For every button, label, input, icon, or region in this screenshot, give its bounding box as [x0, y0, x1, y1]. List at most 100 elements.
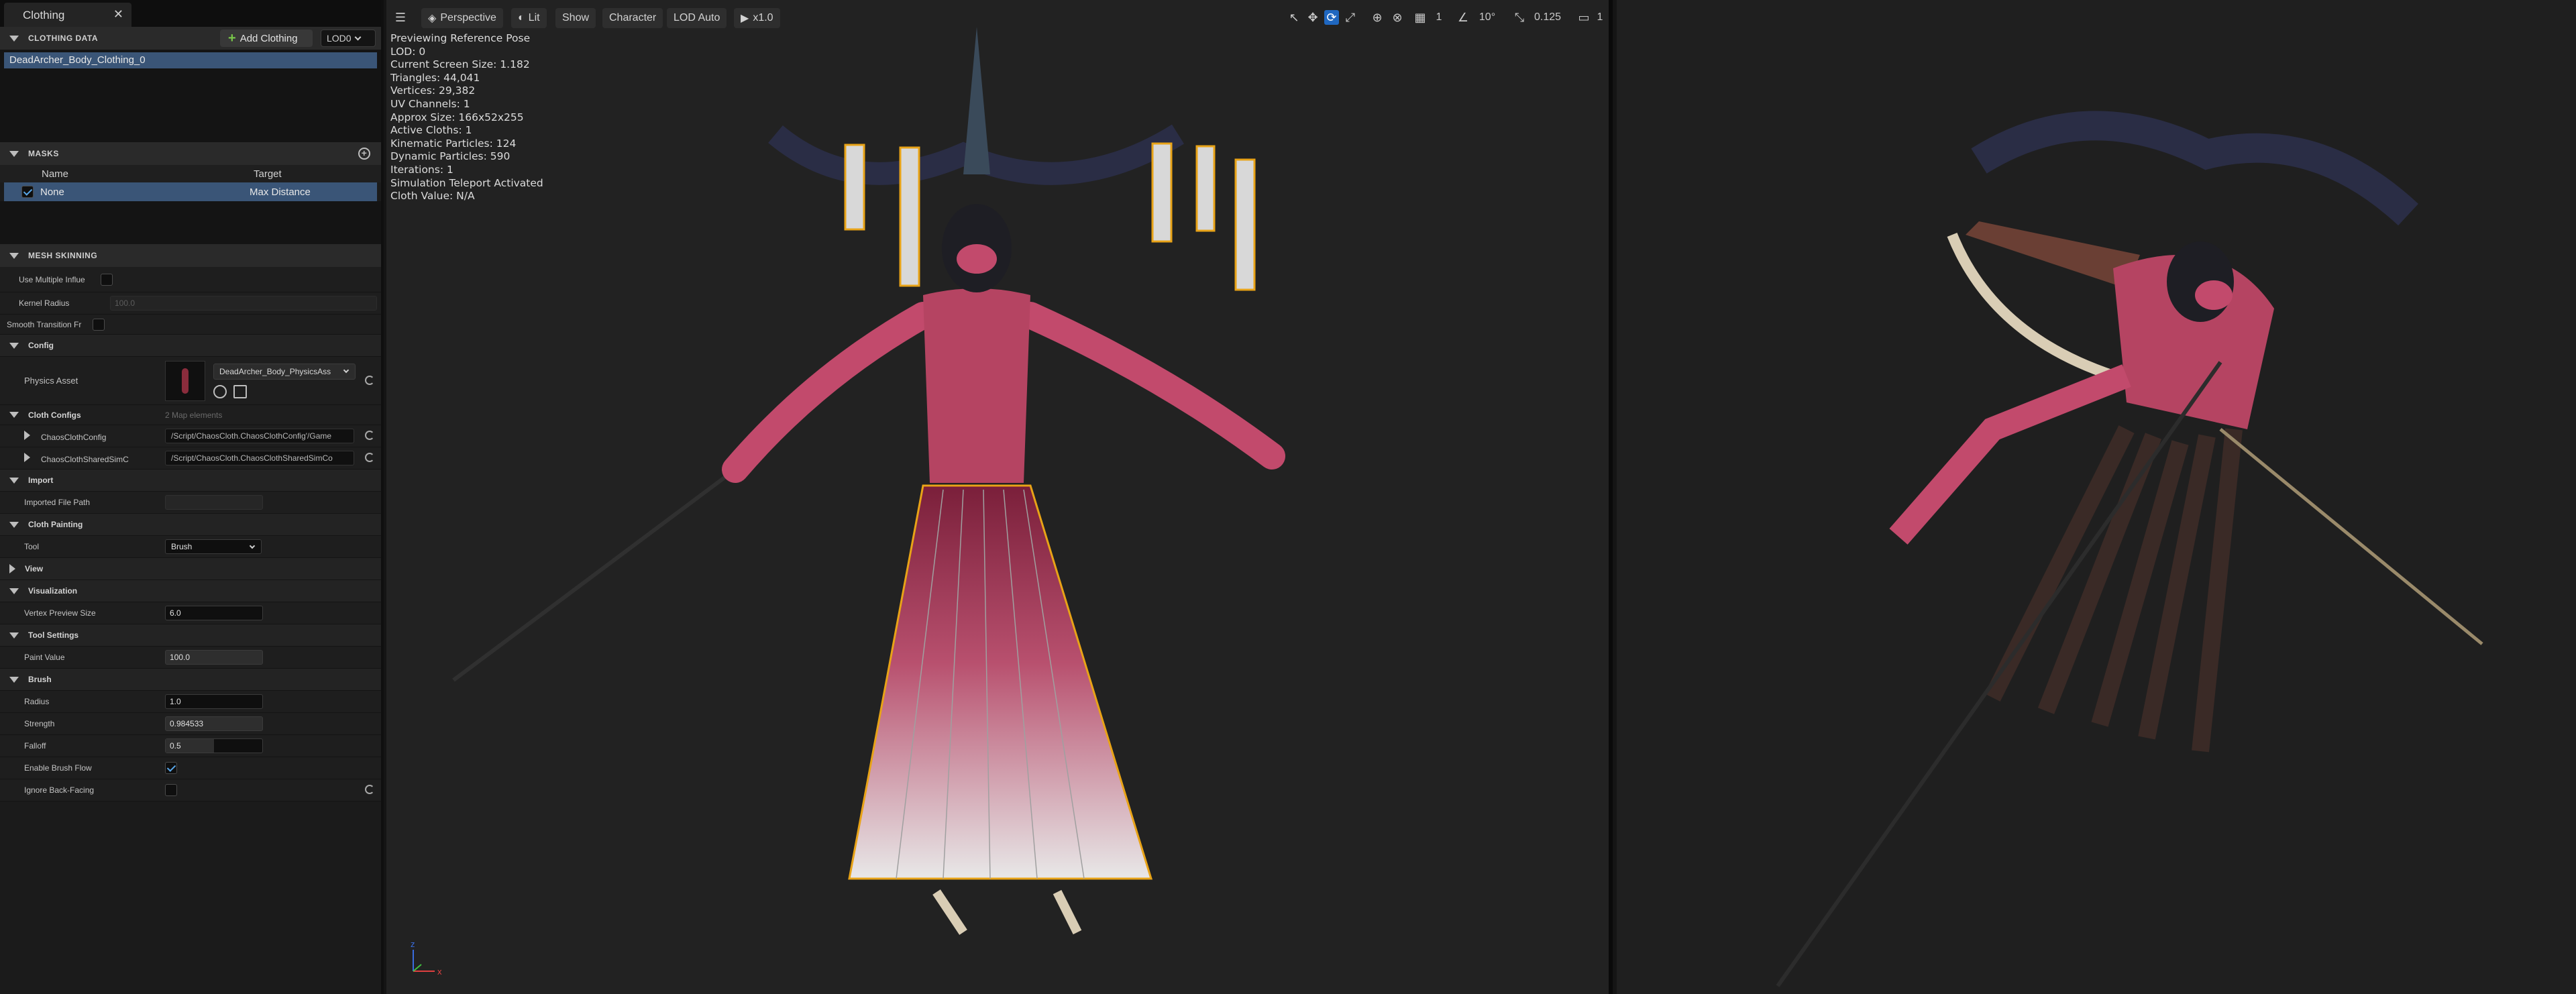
reference-preview-viewport[interactable] [1617, 0, 2576, 994]
angle-value[interactable]: 10° [1476, 10, 1499, 25]
cloth-painting-category[interactable]: Cloth Painting [0, 514, 381, 536]
prop-label: ChaosClothConfig [0, 430, 165, 442]
lit-button[interactable]: ◐ Lit [511, 8, 547, 28]
imported-file-path-row: Imported File Path [0, 492, 381, 514]
scale-value[interactable]: 0.125 [1531, 10, 1564, 25]
list-item[interactable]: DeadArcher_Body_Clothing_0 [4, 52, 377, 68]
add-mask-icon[interactable]: + [358, 148, 370, 160]
radius-row: Radius 1.0 [0, 691, 381, 713]
grid-size[interactable]: 1 [1432, 10, 1446, 25]
view-title: View [25, 564, 44, 573]
prop-label: Ignore Back-Facing [24, 785, 95, 795]
playback-button[interactable]: ▶ x1.0 [734, 8, 780, 28]
physics-asset-thumbnail[interactable] [165, 360, 205, 401]
surface-snap-icon[interactable]: ⊗ [1390, 10, 1405, 25]
close-icon[interactable]: ✕ [113, 7, 123, 21]
playback-speed: x1.0 [753, 12, 773, 23]
physics-asset-dropdown[interactable]: DeadArcher_Body_PhysicsAss [213, 363, 356, 380]
character-button[interactable]: Character [602, 8, 663, 28]
smooth-transition-checkbox[interactable] [93, 318, 105, 331]
mask-target[interactable]: Max Distance [250, 186, 311, 198]
select-icon[interactable]: ↖ [1287, 10, 1301, 25]
ignore-back-facing-checkbox[interactable] [165, 784, 177, 796]
mesh-skinning-header[interactable]: MESH SKINNING [0, 244, 381, 267]
cloth-config-path[interactable]: /Script/ChaosCloth.ChaosClothSharedSimCo [165, 451, 354, 465]
tool-settings-category[interactable]: Tool Settings [0, 624, 381, 647]
add-clothing-button[interactable]: + Add Clothing [220, 30, 313, 47]
vertex-preview-size-input[interactable]: 6.0 [165, 606, 263, 620]
paint-value-row: Paint Value 100.0 [0, 647, 381, 669]
world-icon[interactable]: ⊕ [1370, 10, 1385, 25]
scale-snap-icon[interactable]: ⤡ [1512, 10, 1527, 25]
cloth-configs-row: Cloth Configs 2 Map elements [0, 405, 381, 425]
scale-icon[interactable]: ⤢ [1343, 10, 1358, 25]
menu-icon[interactable]: ☰ [393, 10, 408, 25]
stat-line: Triangles: 44,041 [390, 71, 480, 84]
cloth-config-path[interactable]: /Script/ChaosCloth.ChaosClothConfig'/Gam… [165, 429, 354, 443]
ignore-back-facing-row: Ignore Back-Facing [0, 779, 381, 802]
prop-label: Tool [24, 542, 40, 551]
view-category[interactable]: View [0, 558, 381, 580]
lod-dropdown[interactable]: LOD0 [321, 30, 376, 47]
use-multiple-influences-checkbox[interactable] [101, 273, 113, 286]
angle-snap-icon[interactable]: ∠ [1456, 10, 1470, 25]
reset-icon[interactable] [365, 376, 374, 385]
brush-category[interactable]: Brush [0, 669, 381, 691]
stat-line: Simulation Teleport Activated [390, 176, 543, 189]
strength-input[interactable]: 0.984533 [165, 716, 263, 731]
collapse-arrow-icon [9, 588, 19, 594]
expand-arrow-icon[interactable] [24, 452, 30, 462]
cloth-strips [1984, 425, 2243, 753]
rotate-icon[interactable]: ⟳ [1324, 10, 1339, 25]
import-category[interactable]: Import [0, 470, 381, 492]
lod-auto-button[interactable]: LOD Auto [667, 8, 727, 28]
prop-label: Physics Asset [24, 376, 78, 386]
radius-input[interactable]: 1.0 [165, 694, 263, 709]
collapse-arrow-icon [9, 35, 19, 42]
config-category[interactable]: Config [0, 335, 381, 357]
face [2195, 280, 2233, 310]
visualization-category[interactable]: Visualization [0, 580, 381, 602]
use-selected-icon[interactable] [213, 384, 227, 398]
tool-dropdown[interactable]: Brush [165, 539, 262, 554]
masks-header[interactable]: MASKS + [0, 142, 381, 165]
imported-file-path-input[interactable] [165, 495, 263, 510]
strength-text: 0.984533 [170, 719, 204, 728]
main-viewport[interactable]: ☰ ◈ Perspective ◐ Lit Show Character LOD A… [386, 0, 1613, 994]
column-name: Name [42, 168, 69, 180]
mask-row[interactable]: None Max Distance [4, 182, 377, 201]
masks-column-headers: Name Target [0, 165, 381, 182]
stat-line: Approx Size: 166x52x255 [390, 111, 524, 123]
prop-label: Imported File Path [24, 498, 91, 507]
enable-brush-flow-checkbox[interactable] [165, 762, 177, 774]
show-button[interactable]: Show [555, 8, 596, 28]
lod-dropdown-value: LOD0 [327, 33, 352, 44]
clothing-data-header[interactable]: CLOTHING DATA + Add Clothing LOD0 [0, 27, 381, 50]
strength-row: Strength 0.984533 [0, 713, 381, 735]
stat-line: UV Channels: 1 [390, 97, 470, 110]
camera-speed-value[interactable]: 1 [1593, 10, 1607, 25]
stat-line: Vertices: 29,382 [390, 85, 476, 97]
falloff-input[interactable]: 0.5 [165, 738, 263, 753]
camera-speed-icon[interactable]: ▭ [1576, 10, 1591, 25]
add-clothing-label: Add Clothing [239, 32, 298, 44]
kernel-radius-input: 100.0 [110, 296, 377, 311]
mask-enabled-checkbox[interactable] [21, 186, 34, 198]
grid-snap-icon[interactable]: ▦ [1413, 10, 1428, 25]
paint-value-input[interactable]: 100.0 [165, 650, 263, 665]
axis-z-label: z [411, 939, 415, 949]
perspective-button[interactable]: ◈ Perspective [421, 8, 503, 28]
tool-dropdown-value: Brush [171, 542, 193, 551]
tab-clothing[interactable]: Clothing ✕ [4, 3, 131, 27]
reset-icon[interactable] [365, 785, 374, 794]
reset-icon[interactable] [365, 431, 374, 440]
collapse-arrow-icon [9, 676, 19, 683]
browse-icon[interactable] [233, 384, 247, 398]
expand-arrow-icon[interactable] [24, 430, 30, 440]
reset-icon[interactable] [365, 453, 374, 462]
collapse-arrow-icon [9, 477, 19, 484]
config-title: Config [28, 341, 54, 350]
translate-icon[interactable]: ✥ [1305, 10, 1320, 25]
stat-line: Cloth Value: N/A [390, 190, 475, 203]
cloth-config-name: ChaosClothSharedSimC [41, 454, 129, 464]
